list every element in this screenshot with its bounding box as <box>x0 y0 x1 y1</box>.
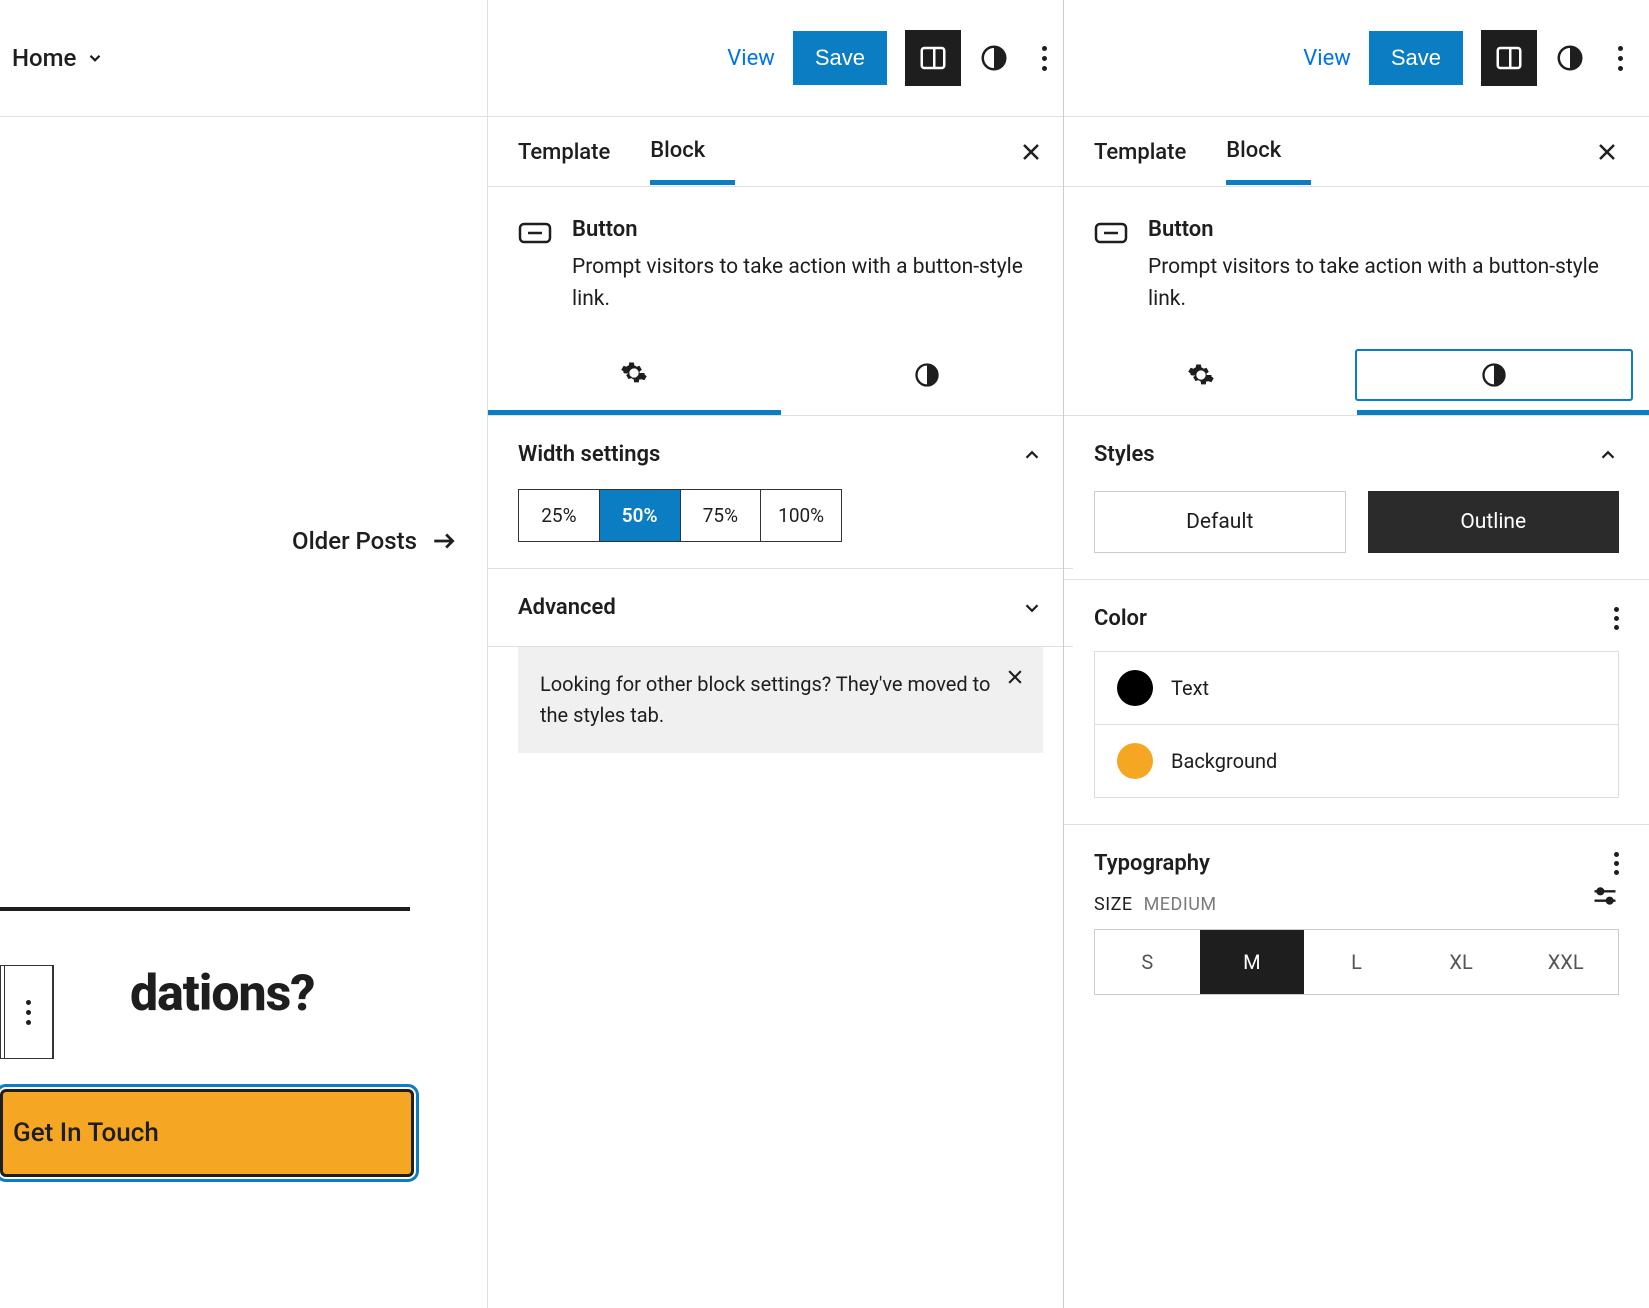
width-settings-label: Width settings <box>518 442 660 467</box>
view-button[interactable]: View <box>1303 46 1351 71</box>
size-s[interactable]: S <box>1095 930 1200 994</box>
older-posts-link[interactable]: Older Posts <box>292 527 457 555</box>
tab-block[interactable]: Block <box>1226 118 1311 185</box>
button-block-icon <box>1094 221 1128 245</box>
close-panel-button[interactable] <box>1595 140 1619 164</box>
color-bg-row[interactable]: Background <box>1095 724 1618 797</box>
style-default[interactable]: Default <box>1094 491 1346 553</box>
heading-fragment[interactable]: dations? <box>130 965 315 1023</box>
button-block-icon <box>518 221 552 245</box>
styles-header[interactable]: Styles <box>1094 442 1619 467</box>
block-description: Prompt visitors to take action with a bu… <box>1148 252 1619 315</box>
text-color-swatch <box>1117 670 1153 706</box>
close-panel-button[interactable] <box>1019 140 1043 164</box>
notice-text: Looking for other block settings? They'v… <box>540 672 990 727</box>
sliders-icon <box>1591 882 1619 910</box>
styles-subtab[interactable] <box>1355 349 1634 401</box>
advanced-header[interactable]: Advanced <box>518 595 1043 620</box>
advanced-label: Advanced <box>518 595 616 620</box>
chevron-down-icon <box>86 49 104 67</box>
size-m[interactable]: M <box>1200 930 1305 994</box>
contrast-icon[interactable] <box>1555 43 1585 73</box>
size-l[interactable]: L <box>1304 930 1409 994</box>
more-icon <box>1618 46 1623 71</box>
chevron-up-icon <box>1021 444 1043 466</box>
gear-icon <box>1187 361 1215 389</box>
more-icon <box>26 1000 31 1025</box>
settings-subtab[interactable] <box>1064 335 1339 415</box>
style-outline[interactable]: Outline <box>1368 491 1620 553</box>
save-button[interactable]: Save <box>1369 31 1463 85</box>
bg-color-swatch <box>1117 743 1153 779</box>
color-options-button[interactable] <box>1614 607 1619 630</box>
block-title: Button <box>1148 217 1619 242</box>
editor-canvas[interactable]: Older Posts dations? Get In Touch <box>0 117 487 1308</box>
dismiss-notice-button[interactable] <box>1005 667 1025 687</box>
size-custom-button[interactable] <box>1591 882 1619 910</box>
separator-block[interactable] <box>0 907 410 911</box>
sidebar-toggle-button[interactable] <box>1481 30 1537 86</box>
older-posts-label: Older Posts <box>292 527 417 555</box>
color-text-label: Text <box>1171 676 1209 700</box>
width-75[interactable]: 75% <box>681 490 762 541</box>
gear-icon <box>620 359 648 387</box>
cta-button-block[interactable]: Get In Touch <box>0 1089 414 1177</box>
close-icon <box>1019 140 1043 164</box>
size-options: S M L XL XXL <box>1094 929 1619 995</box>
settings-subtab[interactable] <box>488 335 781 415</box>
width-25[interactable]: 25% <box>519 490 600 541</box>
width-100[interactable]: 100% <box>761 490 841 541</box>
toolbar-more-button[interactable] <box>5 966 53 1058</box>
contrast-icon[interactable] <box>979 43 1009 73</box>
arrow-right-icon <box>431 528 457 554</box>
typography-options-button[interactable] <box>1614 852 1619 875</box>
width-settings-header[interactable]: Width settings <box>518 442 1043 467</box>
sidebar-toggle-button[interactable] <box>905 30 961 86</box>
close-icon <box>1005 667 1025 687</box>
size-label: SIZE MEDIUM <box>1094 894 1217 915</box>
sidebar-icon <box>918 43 948 73</box>
contrast-icon <box>913 361 941 389</box>
tab-template[interactable]: Template <box>518 120 640 183</box>
color-label: Color <box>1094 606 1147 631</box>
home-dropdown[interactable]: Home <box>12 44 104 72</box>
settings-notice: Looking for other block settings? They'v… <box>518 647 1043 753</box>
contrast-icon <box>1480 361 1508 389</box>
size-xxl[interactable]: XXL <box>1513 930 1618 994</box>
block-description: Prompt visitors to take action with a bu… <box>572 252 1043 315</box>
chevron-down-icon <box>1021 597 1043 619</box>
styles-subtab[interactable] <box>781 335 1074 415</box>
block-title: Button <box>572 217 1043 242</box>
close-icon <box>1595 140 1619 164</box>
chevron-up-icon <box>1597 444 1619 466</box>
width-options: 25% 50% 75% 100% <box>518 489 842 542</box>
tab-template[interactable]: Template <box>1094 120 1216 183</box>
width-50[interactable]: 50% <box>600 490 681 541</box>
options-menu-button[interactable] <box>1603 41 1637 75</box>
color-text-row[interactable]: Text <box>1095 652 1618 724</box>
styles-label: Styles <box>1094 442 1155 467</box>
typography-label: Typography <box>1094 851 1210 876</box>
more-icon <box>1042 46 1047 71</box>
options-menu-button[interactable] <box>1027 41 1061 75</box>
tab-block[interactable]: Block <box>650 118 735 185</box>
view-button[interactable]: View <box>727 46 775 71</box>
sidebar-icon <box>1494 43 1524 73</box>
home-label: Home <box>12 44 76 72</box>
save-button[interactable]: Save <box>793 31 887 85</box>
block-toolbar <box>0 965 54 1059</box>
color-bg-label: Background <box>1171 749 1277 773</box>
size-xl[interactable]: XL <box>1409 930 1514 994</box>
